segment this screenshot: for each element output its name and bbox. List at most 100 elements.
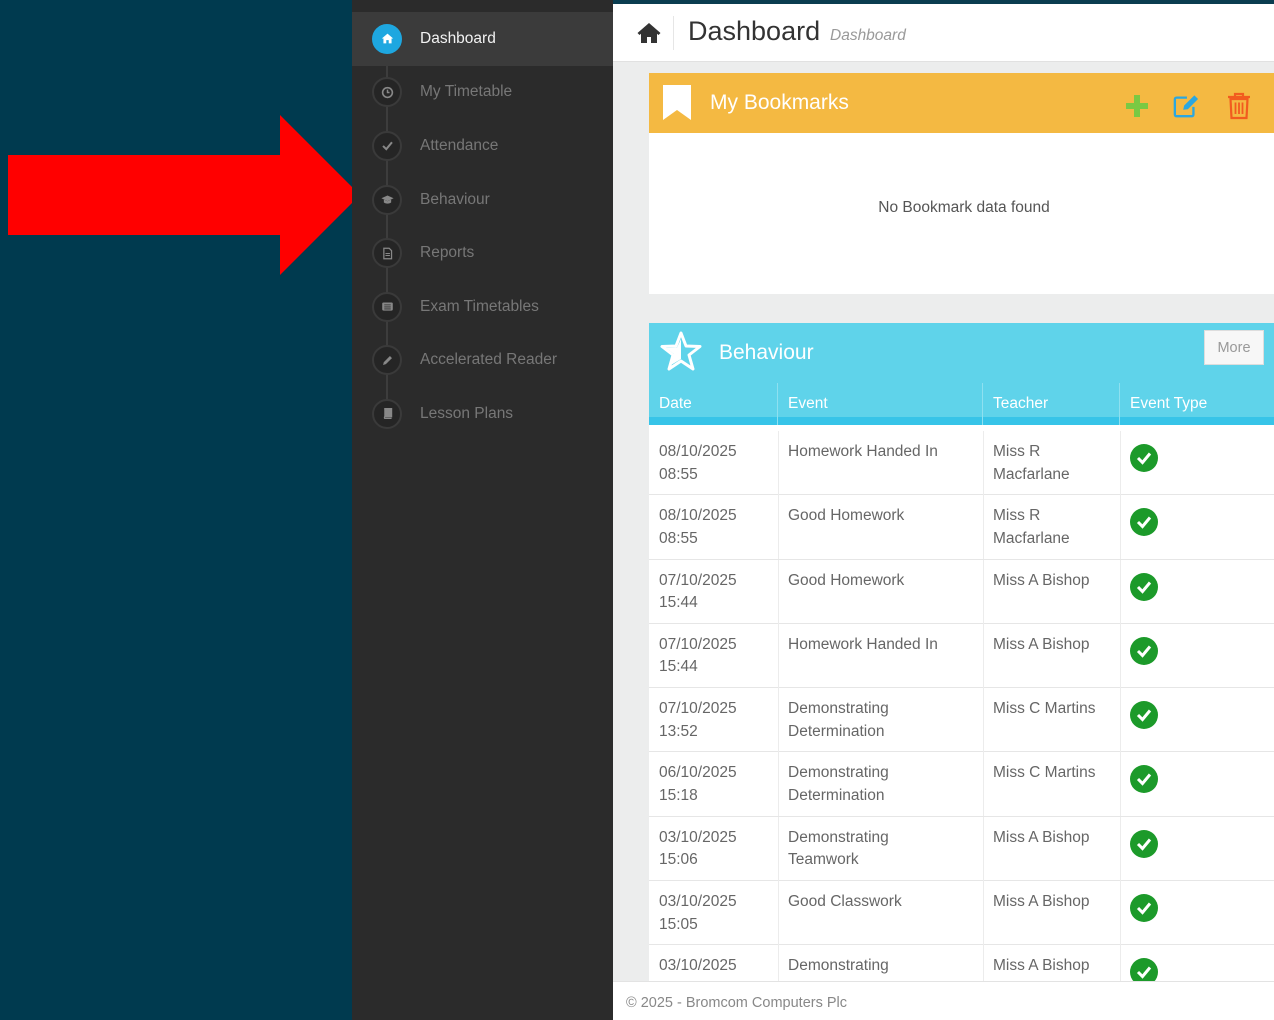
main-content: Dashboard Dashboard My Bookmarks No Book… bbox=[613, 0, 1274, 1020]
home-icon[interactable] bbox=[637, 22, 661, 44]
footer: © 2025 - Bromcom Computers Plc bbox=[613, 981, 1274, 1020]
trash-icon bbox=[1228, 92, 1250, 120]
sidebar-item-label: My Timetable bbox=[420, 83, 513, 101]
check-icon bbox=[372, 130, 402, 161]
table-row[interactable]: 07/10/2025 15:44 Good Homework Miss A Bis… bbox=[649, 559, 1274, 624]
positive-event-check-icon bbox=[1130, 508, 1158, 537]
column-header-event[interactable]: Event bbox=[778, 383, 983, 425]
page-header: Dashboard Dashboard bbox=[613, 4, 1274, 62]
more-button[interactable]: More bbox=[1204, 330, 1264, 365]
positive-event-check-icon bbox=[1130, 701, 1158, 730]
date-cell: 03/10/2025 15:06 bbox=[659, 828, 737, 869]
home-icon bbox=[372, 23, 402, 54]
event-cell: Good Homework bbox=[788, 507, 905, 525]
bookmarks-empty-message: No Bookmark data found bbox=[878, 199, 1050, 216]
positive-event-check-icon bbox=[1130, 958, 1158, 983]
positive-event-check-icon bbox=[1130, 829, 1158, 858]
behaviour-table-body: 08/10/2025 08:55 Homework Handed In Miss … bbox=[649, 431, 1274, 983]
sidebar-item-label: Attendance bbox=[420, 136, 499, 154]
table-row[interactable]: 03/10/2025 Demonstrating Miss A Bishop bbox=[649, 945, 1274, 983]
column-header-date[interactable]: Date bbox=[649, 383, 778, 425]
sidebar-item-label: Exam Timetables bbox=[420, 297, 539, 315]
event-cell: Homework Handed In bbox=[788, 635, 938, 653]
add-bookmark-button[interactable] bbox=[1124, 93, 1150, 119]
positive-event-check-icon bbox=[1130, 444, 1158, 472]
event-cell: Demonstrating Determination bbox=[788, 700, 889, 740]
sidebar-item-exam-timetables[interactable]: Exam Timetables bbox=[352, 280, 613, 334]
date-cell: 08/10/2025 08:55 bbox=[659, 443, 737, 483]
sidebar-item-label: Behaviour bbox=[420, 190, 490, 208]
bookmarks-header: My Bookmarks bbox=[649, 73, 1274, 133]
document-icon bbox=[372, 238, 402, 269]
table-row[interactable]: 08/10/2025 08:55 Good Homework Miss R Macf… bbox=[649, 495, 1274, 560]
graduation-cap-icon bbox=[372, 184, 402, 215]
teacher-cell: Miss A Bishop bbox=[993, 571, 1090, 589]
event-cell: Demonstrating Teamwork bbox=[788, 828, 889, 869]
event-cell: Demonstrating bbox=[788, 957, 889, 975]
sidebar-item-label: Reports bbox=[420, 244, 475, 262]
sidebar-item-lesson-plans[interactable]: Lesson Plans bbox=[352, 387, 613, 441]
teacher-cell: Miss R Macfarlane bbox=[993, 443, 1070, 483]
table-row[interactable]: 07/10/2025 15:44 Homework Handed In Miss … bbox=[649, 623, 1274, 689]
table-row[interactable]: 03/10/2025 15:05 Good Classwork Miss A Bi… bbox=[649, 881, 1274, 946]
sidebar-item-label: Dashboard bbox=[420, 29, 496, 47]
header-divider bbox=[673, 16, 674, 50]
table-row[interactable]: 08/10/2025 08:55 Homework Handed In Miss … bbox=[649, 431, 1274, 496]
teacher-cell: Miss R Macfarlane bbox=[993, 507, 1070, 547]
copyright-text: © 2025 - Bromcom Computers Plc bbox=[626, 995, 848, 1011]
table-row[interactable]: 06/10/2025 15:18 Demonstrating Determinati… bbox=[649, 752, 1274, 817]
date-cell: 07/10/2025 15:44 bbox=[659, 635, 737, 676]
pencil-icon bbox=[372, 345, 402, 376]
sidebar-item-dashboard[interactable]: Dashboard bbox=[352, 12, 613, 66]
date-cell: 07/10/2025 15:44 bbox=[659, 571, 737, 612]
edit-bookmark-button[interactable] bbox=[1173, 93, 1199, 119]
column-header-event-type[interactable]: Event Type bbox=[1120, 383, 1274, 425]
behaviour-title: Behaviour bbox=[719, 341, 814, 364]
behaviour-header: Behaviour More bbox=[649, 323, 1274, 383]
star-icon bbox=[660, 331, 702, 371]
event-cell: Homework Handed In bbox=[788, 443, 938, 460]
sidebar-item-attendance[interactable]: Attendance bbox=[352, 119, 613, 173]
teacher-cell: Miss C Martins bbox=[993, 764, 1096, 782]
breadcrumb: Dashboard bbox=[830, 27, 906, 44]
sidebar: Dashboard My Timetable Attendance Behavi… bbox=[352, 0, 613, 1020]
table-row[interactable]: 07/10/2025 13:52 Demonstrating Determinati… bbox=[649, 688, 1274, 753]
bookmark-icon bbox=[663, 85, 691, 120]
sidebar-item-label: Accelerated Reader bbox=[420, 351, 557, 369]
event-cell: Good Homework bbox=[788, 571, 905, 589]
bookmarks-panel: My Bookmarks No Bookmark data found bbox=[649, 73, 1274, 294]
teacher-cell: Miss A Bishop bbox=[993, 957, 1090, 975]
sidebar-item-label: Lesson Plans bbox=[420, 404, 514, 422]
page-title: Dashboard bbox=[688, 16, 821, 46]
date-cell: 06/10/2025 15:18 bbox=[659, 764, 737, 804]
behaviour-panel: Behaviour More Date Event Teacher Event … bbox=[649, 323, 1274, 983]
positive-event-check-icon bbox=[1130, 636, 1158, 665]
behaviour-table-header: Date Event Teacher Event Type bbox=[649, 383, 1274, 425]
date-cell: 08/10/2025 08:55 bbox=[659, 507, 737, 547]
edit-icon bbox=[1173, 95, 1199, 118]
date-cell: 03/10/2025 bbox=[659, 957, 737, 975]
teacher-cell: Miss A Bishop bbox=[993, 635, 1090, 653]
red-arrow-annotation bbox=[8, 115, 360, 275]
event-cell: Demonstrating Determination bbox=[788, 764, 889, 804]
sidebar-item-my-timetable[interactable]: My Timetable bbox=[352, 66, 613, 120]
positive-event-check-icon bbox=[1130, 572, 1158, 601]
sidebar-item-reports[interactable]: Reports bbox=[352, 226, 613, 280]
delete-bookmark-button[interactable] bbox=[1226, 92, 1252, 120]
column-header-teacher[interactable]: Teacher bbox=[983, 383, 1120, 425]
list-icon bbox=[372, 291, 402, 322]
sidebar-item-behaviour[interactable]: Behaviour bbox=[352, 173, 613, 227]
bookmarks-title: My Bookmarks bbox=[710, 91, 849, 114]
positive-event-check-icon bbox=[1130, 894, 1158, 923]
sidebar-nav: Dashboard My Timetable Attendance Behavi… bbox=[352, 12, 613, 441]
table-row[interactable]: 03/10/2025 15:06 Demonstrating Teamwork Mi… bbox=[649, 816, 1274, 882]
sidebar-item-accelerated-reader[interactable]: Accelerated Reader bbox=[352, 334, 613, 388]
event-cell: Good Classwork bbox=[788, 893, 902, 911]
teacher-cell: Miss A Bishop bbox=[993, 893, 1090, 911]
date-cell: 03/10/2025 15:05 bbox=[659, 893, 737, 933]
teacher-cell: Miss C Martins bbox=[993, 700, 1096, 718]
book-icon bbox=[372, 398, 402, 429]
positive-event-check-icon bbox=[1130, 765, 1158, 794]
clock-icon bbox=[372, 77, 402, 108]
teacher-cell: Miss A Bishop bbox=[993, 828, 1090, 846]
